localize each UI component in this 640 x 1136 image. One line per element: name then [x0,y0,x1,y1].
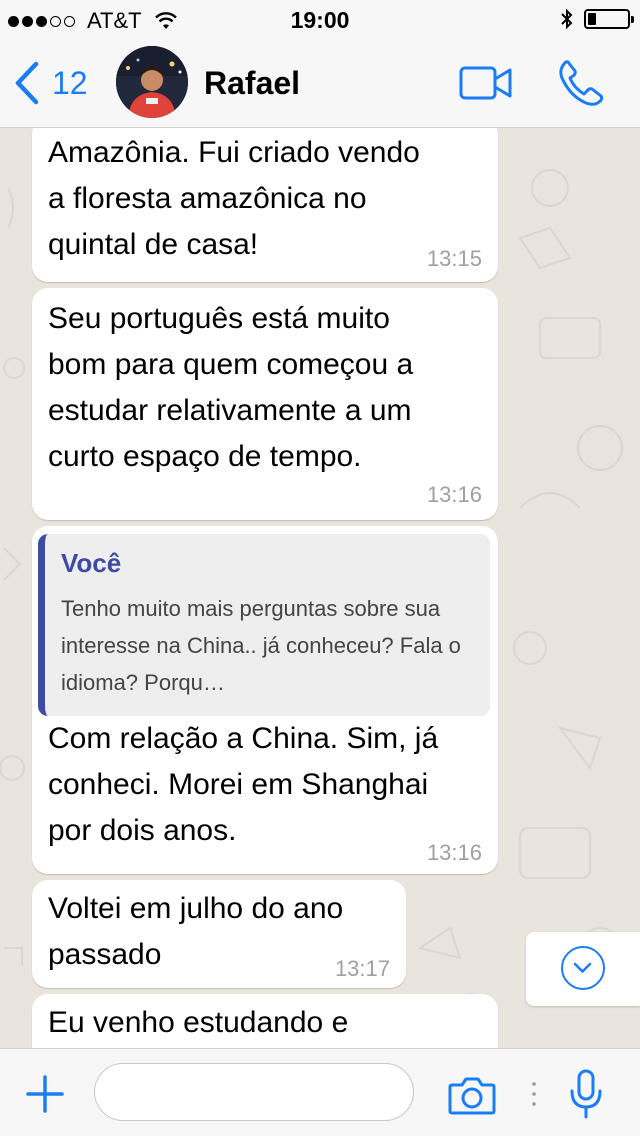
chevron-down-circle-icon [561,946,605,990]
unread-count: 12 [52,64,88,101]
plus-icon [26,1075,64,1113]
bluetooth-icon [561,8,573,30]
voice-message-button[interactable] [568,1069,604,1121]
camera-icon [448,1077,496,1115]
video-camera-icon [459,66,512,100]
message-list[interactable]: Amazônia. Fui criado vendo a floresta am… [0,128,640,1048]
contact-name[interactable]: Rafael [204,65,300,102]
chat-header: 12 Rafael [0,40,640,128]
back-button[interactable]: 12 [12,60,88,106]
message-composer [0,1048,640,1136]
battery-icon [584,9,634,29]
quote-author: Você [61,548,122,578]
chevron-left-icon [15,61,39,105]
camera-button[interactable] [448,1075,496,1115]
quoted-message[interactable]: Você Tenho muito mais perguntas sobre su… [38,534,490,716]
phone-icon [559,60,604,106]
video-call-button[interactable] [458,64,514,102]
attach-button[interactable] [26,1075,64,1113]
message-text: Seu português está muito bom para quem c… [48,302,414,473]
microphone-icon [570,1069,602,1119]
message-bubble[interactable]: Seu português está muito bom para quem c… [32,288,498,520]
scroll-to-bottom-button[interactable] [526,932,640,1006]
message-bubble[interactable]: Eu venho estudando e [32,994,498,1048]
message-text: Eu venho estudando e [48,1006,349,1039]
clock: 19:00 [290,7,350,33]
quote-text: Tenho muito mais perguntas sobre sua int… [61,596,461,695]
avatar[interactable] [116,46,188,118]
message-timestamp: 13:16 [426,482,482,507]
message-text: Com relação a China. Sim, já conheci. Mo… [48,722,439,847]
message-bubble[interactable]: Amazônia. Fui criado vendo a floresta am… [32,128,498,282]
status-bar: AT&T 19:00 [0,0,640,40]
message-bubble[interactable]: Voltei em julho do ano passado 13:17 [32,880,406,988]
divider-dots [532,1082,536,1106]
message-bubble[interactable]: Você Tenho muito mais perguntas sobre su… [32,526,498,874]
message-timestamp: 13:17 [334,956,390,981]
message-timestamp: 13:16 [426,840,482,865]
message-input[interactable] [94,1063,414,1121]
voice-call-button[interactable] [556,58,606,108]
message-timestamp: 13:15 [426,246,482,271]
